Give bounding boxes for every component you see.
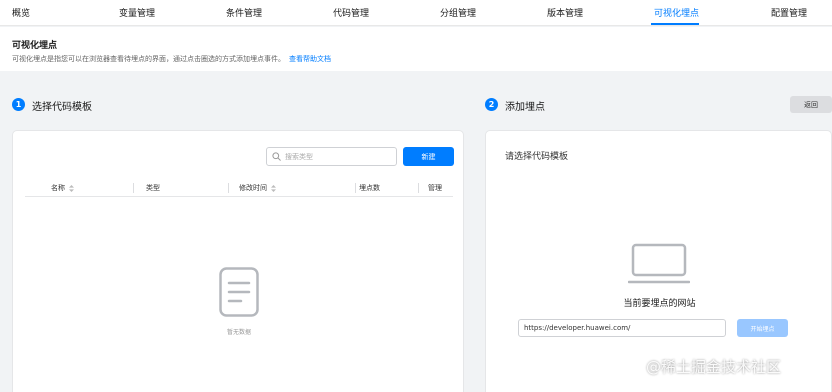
tab-config-management[interactable]: 配置管理 bbox=[771, 6, 807, 19]
description-text: 可视化埋点是指您可以在浏览器查看待埋点的界面，通过点击圈选的方式添加埋点事件。 bbox=[12, 55, 285, 63]
laptop-icon bbox=[628, 243, 690, 284]
sort-icon bbox=[69, 184, 75, 192]
column-modified-time-label: 修改时间 bbox=[239, 184, 267, 192]
page-title: 可视化埋点 bbox=[12, 41, 58, 51]
tab-code-management[interactable]: 代码管理 bbox=[333, 6, 369, 19]
intro-section: 可视化埋点 可视化埋点是指您可以在浏览器查看待埋点的界面，通过点击圈选的方式添加… bbox=[0, 27, 832, 71]
watermark: @稀土掘金技术社区 bbox=[646, 358, 782, 376]
search-icon bbox=[272, 152, 281, 161]
page-description: 可视化埋点是指您可以在浏览器查看待埋点的界面，通过点击圈选的方式添加埋点事件。查… bbox=[12, 54, 331, 64]
column-separator bbox=[418, 183, 419, 193]
step-1-title: 选择代码模板 bbox=[32, 102, 92, 113]
active-tab-indicator bbox=[651, 23, 699, 25]
column-name-label: 名称 bbox=[51, 184, 65, 192]
search-input[interactable] bbox=[285, 150, 393, 163]
search-box[interactable] bbox=[266, 147, 397, 166]
step-2-title: 添加埋点 bbox=[505, 102, 545, 113]
site-url-input[interactable] bbox=[518, 319, 726, 337]
add-tracking-panel: 请选择代码模板 当前要埋点的网站 开始埋点 bbox=[485, 130, 832, 392]
column-separator bbox=[228, 183, 229, 193]
column-event-count: 埋点数 bbox=[359, 184, 380, 192]
tab-version-management[interactable]: 版本管理 bbox=[547, 6, 583, 19]
column-separator bbox=[133, 183, 134, 193]
start-tracking-button[interactable]: 开始埋点 bbox=[737, 319, 788, 337]
column-type: 类型 bbox=[146, 184, 160, 192]
tab-variable-management[interactable]: 变量管理 bbox=[119, 6, 155, 19]
step-2-badge: 2 bbox=[485, 98, 498, 111]
help-doc-link[interactable]: 查看帮助文档 bbox=[289, 55, 331, 63]
tab-group-management[interactable]: 分组管理 bbox=[440, 6, 476, 19]
tab-condition-management[interactable]: 条件管理 bbox=[226, 6, 262, 19]
column-separator bbox=[355, 183, 356, 193]
column-modified-time[interactable]: 修改时间 bbox=[239, 183, 277, 193]
column-actions: 管理 bbox=[428, 184, 442, 192]
top-tab-bar: 概览 变量管理 条件管理 代码管理 分组管理 版本管理 可视化埋点 配置管理 bbox=[0, 0, 832, 26]
target-site-label: 当前要埋点的网站 bbox=[623, 299, 696, 309]
new-template-button[interactable]: 新建 bbox=[403, 147, 454, 166]
empty-state-text: 暂无数据 bbox=[226, 329, 251, 336]
sort-icon bbox=[271, 184, 277, 192]
tab-overview[interactable]: 概览 bbox=[12, 6, 30, 19]
column-name[interactable]: 名称 bbox=[51, 183, 75, 193]
step-1-badge: 1 bbox=[12, 98, 25, 111]
select-template-prompt: 请选择代码模板 bbox=[505, 152, 569, 162]
template-panel: 新建 名称 类型 修改时间 埋点数 管理 暂无数据 bbox=[12, 130, 464, 392]
table-header: 名称 类型 修改时间 埋点数 管理 bbox=[25, 179, 453, 197]
tab-visual-tracking[interactable]: 可视化埋点 bbox=[654, 6, 699, 19]
empty-document-icon bbox=[219, 267, 259, 317]
back-button[interactable]: 返回 bbox=[790, 96, 832, 113]
